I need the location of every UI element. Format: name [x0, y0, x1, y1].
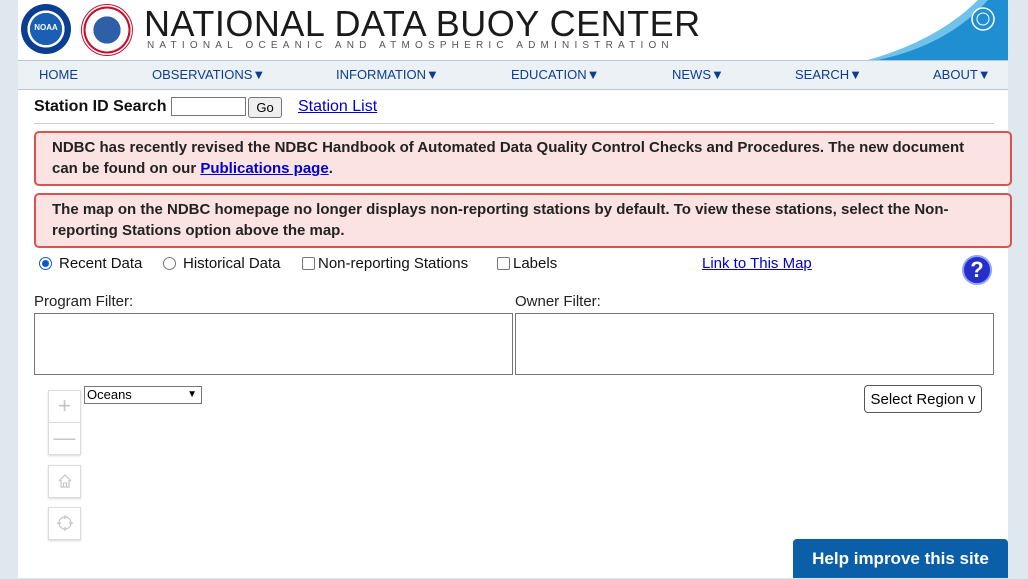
noaa-logo-text: NOAA — [34, 23, 58, 32]
labels-label: Labels — [513, 255, 558, 272]
station-search-row: Station ID Search Go Station List — [34, 97, 992, 119]
program-filter-label: Program Filter: — [34, 293, 134, 310]
go-button[interactable]: Go — [248, 97, 282, 118]
site-title: NATIONAL DATA BUOY CENTER — [144, 3, 701, 44]
station-list-link[interactable]: Station List — [298, 98, 377, 116]
main-nav: HOME OBSERVATIONS▼ INFORMATION▼ EDUCATIO… — [18, 60, 1008, 90]
non-reporting-checkbox[interactable] — [302, 257, 315, 270]
site-subtitle: NATIONAL OCEANIC AND ATMOSPHERIC ADMINIS… — [147, 40, 674, 51]
program-filter-list[interactable] — [34, 313, 513, 375]
divider — [34, 123, 994, 124]
locate-crosshair-icon — [56, 515, 73, 531]
historical-data-label: Historical Data — [183, 255, 281, 272]
nws-logo[interactable] — [81, 4, 133, 56]
locate-button[interactable] — [48, 507, 81, 540]
help-improve-site-button[interactable]: Help improve this site — [793, 539, 1008, 578]
nav-news[interactable]: NEWS▼ — [672, 67, 724, 82]
ocean-select-value: Oceans — [87, 387, 132, 402]
help-icon[interactable]: ? — [962, 255, 992, 285]
home-extent-button[interactable] — [48, 465, 81, 498]
nav-information[interactable]: INFORMATION▼ — [336, 67, 439, 82]
zoom-in-button[interactable]: + — [48, 390, 81, 423]
ocean-select[interactable]: Oceans ▼ — [84, 386, 202, 404]
select-region-button[interactable]: Select Region v — [864, 385, 982, 413]
zoom-out-button[interactable]: — — [48, 422, 81, 455]
labels-checkbox[interactable] — [497, 257, 510, 270]
link-to-map[interactable]: Link to This Map — [702, 255, 812, 272]
nav-about[interactable]: ABOUT▼ — [933, 67, 991, 82]
station-id-search-label: Station ID Search — [34, 98, 167, 115]
map-options-row: Recent Data Historical Data Non-reportin… — [34, 255, 994, 277]
recent-data-option[interactable]: Recent Data — [39, 255, 142, 272]
header-swoosh-graphic — [868, 0, 1008, 60]
alert-handbook-period: . — [328, 160, 333, 177]
historical-data-radio[interactable] — [163, 257, 176, 270]
publications-page-link[interactable]: Publications page — [200, 160, 328, 177]
chevron-down-icon: ▼ — [187, 389, 197, 400]
non-reporting-label: Non-reporting Stations — [318, 255, 469, 272]
historical-data-option[interactable]: Historical Data — [163, 255, 281, 272]
nav-search[interactable]: SEARCH▼ — [795, 67, 862, 82]
recent-data-radio[interactable] — [39, 257, 52, 270]
alert-handbook: NDBC has recently revised the NDBC Handb… — [34, 131, 1012, 186]
station-id-input[interactable] — [171, 97, 246, 116]
non-reporting-option[interactable]: Non-reporting Stations — [302, 255, 468, 272]
labels-option[interactable]: Labels — [497, 255, 557, 272]
alert-non-reporting-text: The map on the NDBC homepage no longer d… — [52, 201, 949, 239]
page: NOAA NATIONAL DATA BUOY CENTER NATIONAL … — [18, 0, 1012, 578]
alert-handbook-text: NDBC has recently revised the NDBC Handb… — [52, 139, 965, 177]
nav-home[interactable]: HOME — [39, 67, 78, 82]
nav-education[interactable]: EDUCATION▼ — [511, 67, 599, 82]
recent-data-label: Recent Data — [59, 255, 143, 272]
home-icon — [58, 474, 71, 488]
nav-observations[interactable]: OBSERVATIONS▼ — [152, 67, 265, 82]
site-header: NOAA NATIONAL DATA BUOY CENTER NATIONAL … — [18, 0, 1008, 60]
owner-filter-label: Owner Filter: — [515, 293, 601, 310]
alert-non-reporting: The map on the NDBC homepage no longer d… — [34, 193, 1012, 248]
owner-filter-list[interactable] — [515, 313, 994, 375]
noaa-logo[interactable]: NOAA — [21, 4, 71, 54]
